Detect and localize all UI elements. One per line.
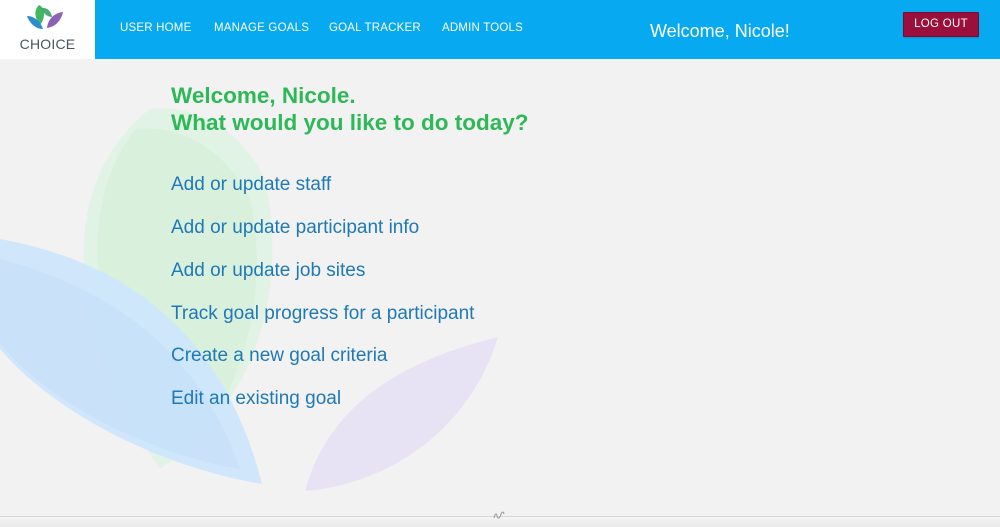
nav-goal-tracker[interactable]: GOAL TRACKER xyxy=(329,22,421,34)
logo-text: CHOICE xyxy=(19,36,76,52)
header-welcome-text: Welcome, Nicole! xyxy=(650,21,790,41)
leaf-logo-icon xyxy=(27,5,63,29)
link-track-goal-progress[interactable]: Track goal progress for a participant xyxy=(171,303,474,325)
greeting-line-1: Welcome, Nicole. xyxy=(171,83,356,108)
greeting-line-2: What would you like to do today? xyxy=(171,110,529,135)
link-add-update-job-sites[interactable]: Add or update job sites xyxy=(171,260,365,282)
nav-admin-tools[interactable]: ADMIN TOOLS xyxy=(442,22,523,34)
resize-handle-icon[interactable] xyxy=(491,510,507,520)
logo[interactable]: CHOICE xyxy=(0,0,95,59)
link-add-update-staff[interactable]: Add or update staff xyxy=(171,174,331,196)
logout-button[interactable]: LOG OUT xyxy=(903,12,979,37)
link-edit-existing-goal[interactable]: Edit an existing goal xyxy=(171,388,341,410)
top-navigation-bar: CHOICE USER HOME MANAGE GOALS GOAL TRACK… xyxy=(0,0,1000,59)
link-create-goal-criteria[interactable]: Create a new goal criteria xyxy=(171,345,388,367)
link-add-update-participant-info[interactable]: Add or update participant info xyxy=(171,217,419,239)
page-greeting: Welcome, Nicole. What would you like to … xyxy=(171,82,528,136)
nav-user-home[interactable]: USER HOME xyxy=(120,22,191,34)
nav-manage-goals[interactable]: MANAGE GOALS xyxy=(214,22,309,34)
